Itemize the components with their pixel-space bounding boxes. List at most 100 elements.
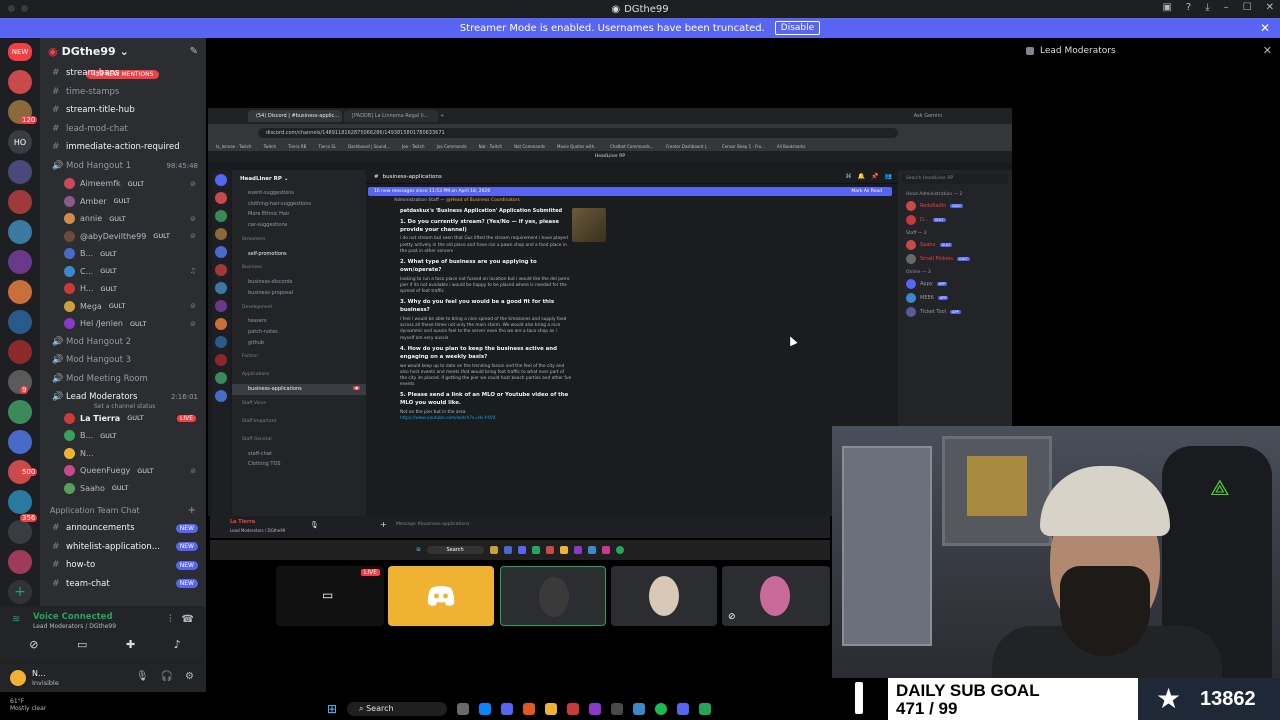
voice-member[interactable]: C... GULT ♫ — [40, 263, 206, 281]
firefox-icon[interactable] — [523, 703, 536, 715]
participant-tile[interactable]: ⊘ — [722, 566, 830, 626]
minimize-icon[interactable]: – — [1224, 2, 1229, 13]
channel-whitelist-application[interactable]: # whitelist-application... NEW — [40, 538, 206, 557]
bookmark[interactable]: Nat - Twitch — [479, 144, 502, 149]
inner-guild-name[interactable]: HeadLiner RP ⌄ — [232, 170, 366, 188]
inner-channel[interactable]: staff-chat — [232, 449, 366, 460]
server-icon[interactable] — [8, 310, 32, 334]
soundboard-icon[interactable]: ♪ — [174, 638, 181, 651]
steam-icon[interactable] — [633, 703, 646, 715]
voice-member[interactable]: @abyDevilthe99 GULT ⊘ — [40, 228, 206, 246]
inner-category[interactable]: Staff Important — [232, 413, 366, 431]
bookmark[interactable]: Joe - Twitch — [402, 144, 425, 149]
channel-stream-bans[interactable]: # stream-bans — [40, 64, 206, 83]
maximize-icon[interactable]: ☐ — [1243, 2, 1252, 13]
youtube-link[interactable]: https://www.youtube.com/watch?v=Hc-Y4V4 — [400, 416, 572, 422]
banner-close-icon[interactable]: ✕ — [1260, 21, 1270, 35]
server-icon[interactable] — [8, 160, 32, 184]
taskbar-search[interactable]: ⌕ Search — [347, 702, 448, 716]
member-row[interactable]: RedsRadio GULT — [898, 199, 1012, 213]
bookmark[interactable]: All Bookmarks — [777, 144, 806, 149]
server-icon[interactable] — [8, 340, 32, 364]
channel-team-chat[interactable]: # team-chat NEW — [40, 575, 206, 594]
voice-member[interactable]: H... GULT — [40, 280, 206, 298]
voice-status[interactable]: Voice Connected — [33, 612, 113, 622]
spotify-icon[interactable] — [615, 546, 624, 554]
member-row[interactable]: MEE6 APP — [898, 291, 1012, 305]
server-icon[interactable] — [8, 280, 32, 304]
app-icon[interactable] — [567, 703, 580, 715]
inner-channel[interactable]: event-suggestions — [232, 188, 366, 199]
voice-lead-moderators[interactable]: 🔊 Lead Moderators 2:16:01 — [40, 388, 206, 407]
voice-member[interactable]: QueenFuegy GULT ⊘ — [40, 462, 206, 480]
inner-search-input[interactable]: Search HeadLiner RP — [902, 174, 1008, 184]
inner-category[interactable]: Streamers — [232, 230, 366, 248]
server-icon[interactable] — [215, 228, 227, 240]
app-icon[interactable] — [517, 546, 526, 554]
inner-channel[interactable]: business-proposal — [232, 288, 366, 299]
add-channel-icon[interactable]: + — [188, 505, 196, 516]
voice-mod-meeting-room[interactable]: 🔊 Mod Meeting Room — [40, 370, 206, 389]
inner-category[interactable]: Faction — [232, 348, 366, 366]
guild-header[interactable]: ◉ DGthe99 ⌄ ✎ — [40, 38, 206, 64]
bell-icon[interactable]: 🔔 — [858, 173, 865, 180]
channel-announcements[interactable]: # announcements NEW — [40, 519, 206, 538]
bookmark[interactable]: Dashboard | Sound... — [348, 144, 390, 149]
app-icon[interactable] — [545, 546, 554, 554]
url-field[interactable]: discord.com/channels/1489118162875066286… — [258, 127, 898, 138]
server-icon[interactable] — [215, 282, 227, 294]
windows-start-icon[interactable]: ⊞ — [327, 702, 337, 716]
mic-icon[interactable]: 🎙 — [310, 521, 319, 529]
inner-channel-selected[interactable]: business-applications ● — [232, 383, 366, 395]
voice-member[interactable]: Aimeemfk GULT ⊘ — [40, 175, 206, 193]
server-icon[interactable] — [8, 250, 32, 274]
noise-suppression-icon[interactable]: ⫶ — [169, 614, 172, 625]
help-icon[interactable]: ? — [1186, 2, 1191, 13]
voice-member[interactable]: Saaho GULT — [40, 480, 206, 498]
forward-icon[interactable] — [21, 5, 28, 12]
pin-icon[interactable]: 📌 — [871, 173, 878, 180]
inner-category[interactable]: Staff General — [232, 431, 366, 449]
participant-tile[interactable] — [611, 566, 717, 626]
discord-icon[interactable] — [677, 703, 690, 715]
member-row[interactable]: Small Pinkies GULT — [898, 252, 1012, 266]
voice-mod-hangout-1[interactable]: 🔊 Mod Hangout 1 98:45:48 — [40, 157, 206, 176]
inner-compose[interactable]: Message #business-applications — [396, 522, 469, 527]
server-icon[interactable] — [215, 192, 227, 204]
new-tab-icon[interactable]: + — [440, 113, 444, 119]
channel-stream-title-hub[interactable]: # stream-title-hub — [40, 101, 206, 120]
inner-channel[interactable]: business-discords — [232, 277, 366, 288]
server-icon[interactable] — [215, 390, 227, 402]
server-icon[interactable] — [8, 220, 32, 244]
app-icon[interactable] — [531, 546, 540, 554]
voice-member[interactable]: annie GULT ⊘ — [40, 210, 206, 228]
inner-category[interactable]: Development — [232, 298, 366, 316]
activities-icon[interactable]: ✚ — [126, 638, 135, 651]
server-icon[interactable] — [215, 174, 227, 186]
bookmark[interactable]: la_lennae - Twitch — [216, 144, 252, 149]
server-icon[interactable] — [215, 372, 227, 384]
inner-channel[interactable]: teasers — [232, 316, 366, 327]
inbox-icon[interactable]: ▣ — [1162, 2, 1171, 13]
camera-off-icon[interactable]: ⊘ — [29, 638, 38, 651]
member-row[interactable]: D... GULT — [898, 213, 1012, 227]
inner-category[interactable]: Business — [232, 259, 366, 277]
server-icon[interactable] — [215, 336, 227, 348]
windows-icon[interactable]: ⊞ — [416, 547, 420, 553]
weather-widget[interactable]: 61°F Mostly clear — [0, 692, 206, 720]
channel-how-to[interactable]: # how-to NEW — [40, 556, 206, 575]
browser-tab[interactable]: (54) Discord | #business-applic... — [248, 110, 342, 122]
app-icon[interactable] — [503, 546, 512, 554]
new-messages-bar[interactable]: 16 new messages since 11:53 PM on April … — [368, 187, 892, 196]
server-icon[interactable] — [8, 190, 32, 214]
user-name[interactable]: N... — [32, 669, 46, 678]
xbox-icon[interactable] — [699, 703, 712, 715]
bookmark[interactable]: Joe Commands — [437, 144, 467, 149]
screen-share-tile[interactable]: LIVE ▭ — [276, 566, 384, 626]
spotify-icon[interactable] — [655, 703, 668, 715]
server-icon[interactable] — [8, 520, 32, 544]
bookmark[interactable]: Tierra SL — [318, 144, 336, 149]
inner-channel[interactable]: clothing-hair-suggestions — [232, 199, 366, 210]
inner-channel[interactable]: Clothing TOS — [232, 459, 366, 470]
browser-tab[interactable]: [PADDB] La Linnema Regal li... — [344, 110, 438, 122]
